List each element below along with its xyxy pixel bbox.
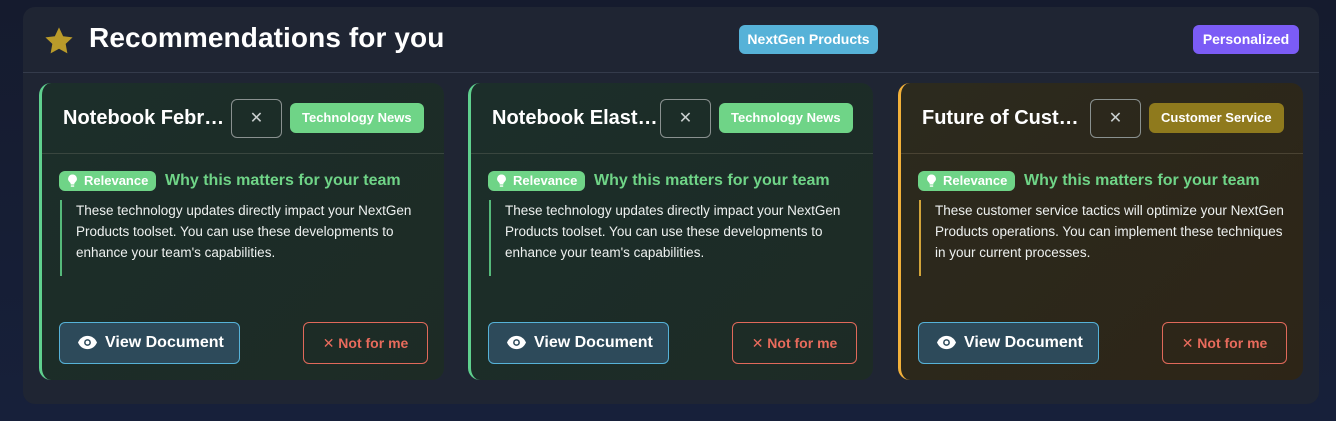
relevance-badge: Relevance — [488, 171, 585, 191]
category-tag: Customer Service — [1149, 103, 1284, 133]
view-document-button[interactable]: View Document — [918, 322, 1099, 364]
close-button[interactable]: ✕ — [660, 99, 711, 138]
why-heading: Why this matters for your team — [594, 172, 830, 189]
relevance-badge: Relevance — [918, 171, 1015, 191]
star-icon — [45, 27, 73, 54]
eye-icon — [78, 335, 97, 350]
page-title: Recommendations for you — [89, 22, 445, 53]
category-tag: Technology News — [290, 103, 424, 133]
personalized-badge: Personalized — [1193, 25, 1299, 54]
card-header: Notebook February... ✕ Technology News — [42, 83, 444, 154]
eye-icon — [507, 335, 526, 350]
close-button[interactable]: ✕ — [1090, 99, 1141, 138]
view-document-button[interactable]: View Document — [488, 322, 669, 364]
card-description: These technology updates directly impact… — [489, 200, 859, 276]
view-document-label: View Document — [534, 334, 653, 351]
lightbulb-icon — [68, 174, 77, 187]
why-heading: Why this matters for your team — [1024, 172, 1260, 189]
view-document-label: View Document — [105, 334, 224, 351]
source-badge: NextGen Products — [739, 25, 878, 54]
card-title: Notebook February... — [63, 107, 231, 129]
recommendation-card: Notebook February... ✕ Technology News R… — [39, 83, 444, 380]
relevance-label: Relevance — [943, 173, 1008, 188]
card-title: Future of Customer... — [922, 107, 1090, 129]
card-description: These customer service tactics will opti… — [919, 200, 1289, 276]
eye-icon — [937, 335, 956, 350]
panel-header: Recommendations for you NextGen Products… — [23, 7, 1319, 73]
recommendation-card: Future of Customer... ✕ Customer Service… — [898, 83, 1303, 380]
card-description: These technology updates directly impact… — [60, 200, 430, 276]
card-title: Notebook Elastic... — [492, 107, 660, 129]
relevance-label: Relevance — [84, 173, 149, 188]
close-button[interactable]: ✕ — [231, 99, 282, 138]
not-for-me-button[interactable]: ✕ Not for me — [1162, 322, 1287, 364]
recommendation-card: Notebook Elastic... ✕ Technology News Re… — [468, 83, 873, 380]
view-document-button[interactable]: View Document — [59, 322, 240, 364]
relevance-label: Relevance — [513, 173, 578, 188]
not-for-me-button[interactable]: ✕ Not for me — [732, 322, 857, 364]
not-for-me-button[interactable]: ✕ Not for me — [303, 322, 428, 364]
relevance-badge: Relevance — [59, 171, 156, 191]
card-header: Notebook Elastic... ✕ Technology News — [471, 83, 873, 154]
view-document-label: View Document — [964, 334, 1083, 351]
card-header: Future of Customer... ✕ Customer Service — [901, 83, 1303, 154]
lightbulb-icon — [497, 174, 506, 187]
lightbulb-icon — [927, 174, 936, 187]
why-heading: Why this matters for your team — [165, 172, 401, 189]
category-tag: Technology News — [719, 103, 853, 133]
